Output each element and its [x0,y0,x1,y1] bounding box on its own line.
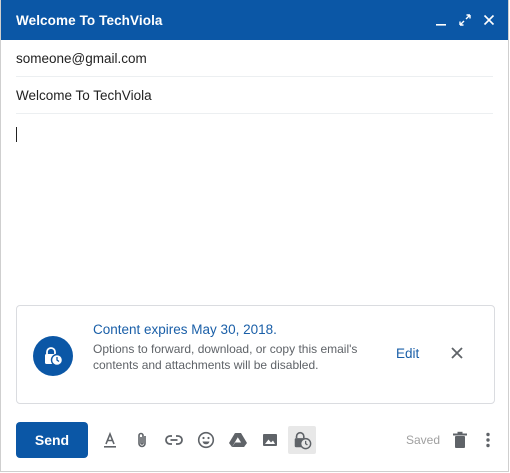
to-value: someone@gmail.com [16,50,147,66]
notice-description: Options to forward, download, or copy th… [93,342,358,372]
photo-icon[interactable] [258,428,282,452]
saved-status: Saved [406,433,441,447]
lock-clock-icon [33,336,73,376]
close-icon[interactable] [449,345,465,361]
send-button[interactable]: Send [16,422,88,458]
compose-titlebar: Welcome To TechViola [1,0,508,40]
edit-link[interactable]: Edit [396,346,419,361]
confidential-mode-icon[interactable] [288,426,316,454]
compose-title: Welcome To TechViola [16,12,163,28]
message-body[interactable] [16,114,493,304]
to-field[interactable]: someone@gmail.com [16,40,493,77]
window-controls [432,11,498,29]
emoji-icon[interactable] [194,428,218,452]
format-text-icon[interactable] [98,428,122,452]
compose-toolbar: Send Saved [16,422,501,458]
text-cursor [16,127,17,142]
trash-icon[interactable] [448,428,472,452]
confidential-notice: Content expires May 30, 2018. Options to… [16,305,495,404]
close-icon[interactable] [480,11,498,29]
attach-icon[interactable] [130,428,154,452]
compose-window: Welcome To TechViola someone@gmail.com W… [0,0,509,472]
more-options-icon[interactable] [476,428,500,452]
minimize-icon[interactable] [432,11,450,29]
link-icon[interactable] [162,428,186,452]
drive-icon[interactable] [226,428,250,452]
expand-icon[interactable] [456,11,474,29]
subject-value: Welcome To TechViola [16,87,152,103]
notice-title: Content expires May 30, 2018. [93,322,277,337]
subject-field[interactable]: Welcome To TechViola [16,77,493,114]
